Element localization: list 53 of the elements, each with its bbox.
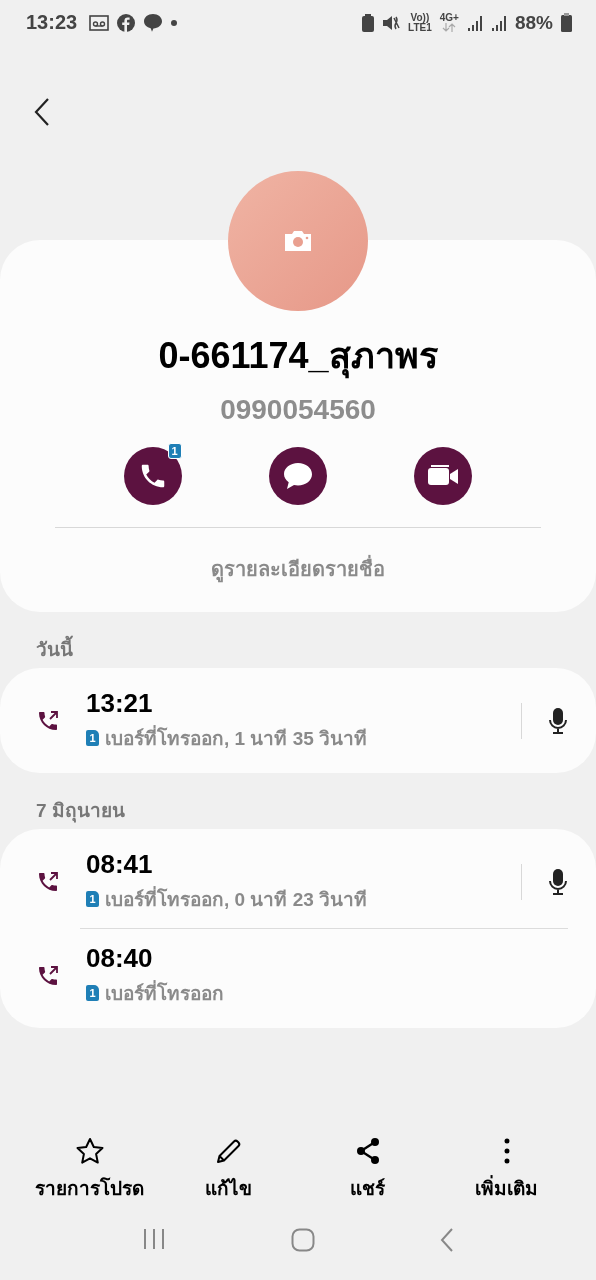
mute-icon <box>382 13 401 32</box>
edit-button[interactable]: แก้ไข <box>163 1136 294 1204</box>
call-detail: เบอร์ที่โทรออก <box>105 978 224 1008</box>
sim-icon: 1 <box>86 730 99 746</box>
video-camera-icon <box>427 465 460 487</box>
date-header: 7 มิถุนายน <box>35 799 126 825</box>
microphone-icon[interactable] <box>548 706 568 735</box>
battery-saver-icon <box>362 13 375 32</box>
dot-icon <box>171 19 178 26</box>
battery-percent: 88% <box>514 11 553 34</box>
date-header: วันนี้ <box>0 612 596 668</box>
share-button[interactable]: แชร์ <box>302 1136 433 1204</box>
call-log-row[interactable]: 13:21 1 เบอร์ที่โทรออก, 1 นาที 35 วินาที <box>0 674 596 767</box>
more-button[interactable]: เพิ่มเติม <box>441 1136 572 1204</box>
back-icon[interactable] <box>34 97 50 126</box>
call-detail: เบอร์ที่โทรออก, 1 นาที 35 วินาที <box>105 723 368 753</box>
call-time: 08:41 <box>86 849 154 880</box>
star-icon <box>74 1137 105 1165</box>
sim-icon: 1 <box>86 891 99 907</box>
facebook-icon <box>117 13 136 32</box>
voicemail-icon <box>89 14 110 31</box>
signal-icon <box>466 14 483 31</box>
camera-icon <box>283 230 313 252</box>
outgoing-call-icon <box>36 708 60 733</box>
favorite-button[interactable]: รายการโปรด <box>24 1136 155 1204</box>
contact-name: 0-661174_สุภาพร <box>158 333 438 379</box>
sim-icon: 1 <box>86 985 99 1001</box>
call-log-row[interactable]: 08:40 1 เบอร์ที่โทรออก <box>0 929 596 1022</box>
more-options-icon <box>502 1137 511 1165</box>
volte-label: Vo)) <box>410 12 430 23</box>
phone-number: 0990054560 <box>220 393 376 427</box>
home-icon[interactable] <box>291 1228 315 1252</box>
lte-label: LTE1 <box>408 22 432 33</box>
data-arrows-icon <box>442 23 457 32</box>
call-detail: เบอร์ที่โทรออก, 0 นาที 23 วินาที <box>105 884 368 914</box>
video-call-button[interactable] <box>414 447 473 505</box>
outgoing-call-icon <box>36 963 60 988</box>
message-button[interactable] <box>269 447 327 505</box>
network-label: 4G+ <box>439 13 459 23</box>
share-icon <box>354 1137 381 1165</box>
sim-badge: 1 <box>167 443 182 459</box>
recent-apps-icon[interactable] <box>142 1228 167 1250</box>
signal-icon <box>490 14 507 31</box>
chat-bubble-icon <box>143 12 164 33</box>
microphone-icon[interactable] <box>548 867 568 896</box>
pencil-icon <box>214 1137 243 1165</box>
call-log-row[interactable]: 08:41 1 เบอร์ที่โทรออก, 0 นาที 23 วินาที <box>0 835 596 928</box>
call-time: 08:40 <box>86 943 154 974</box>
battery-icon <box>561 13 572 32</box>
chat-bubble-icon <box>283 462 313 490</box>
status-time: 13:23 <box>26 11 78 34</box>
outgoing-call-icon <box>36 869 60 894</box>
call-time: 13:21 <box>86 688 154 719</box>
